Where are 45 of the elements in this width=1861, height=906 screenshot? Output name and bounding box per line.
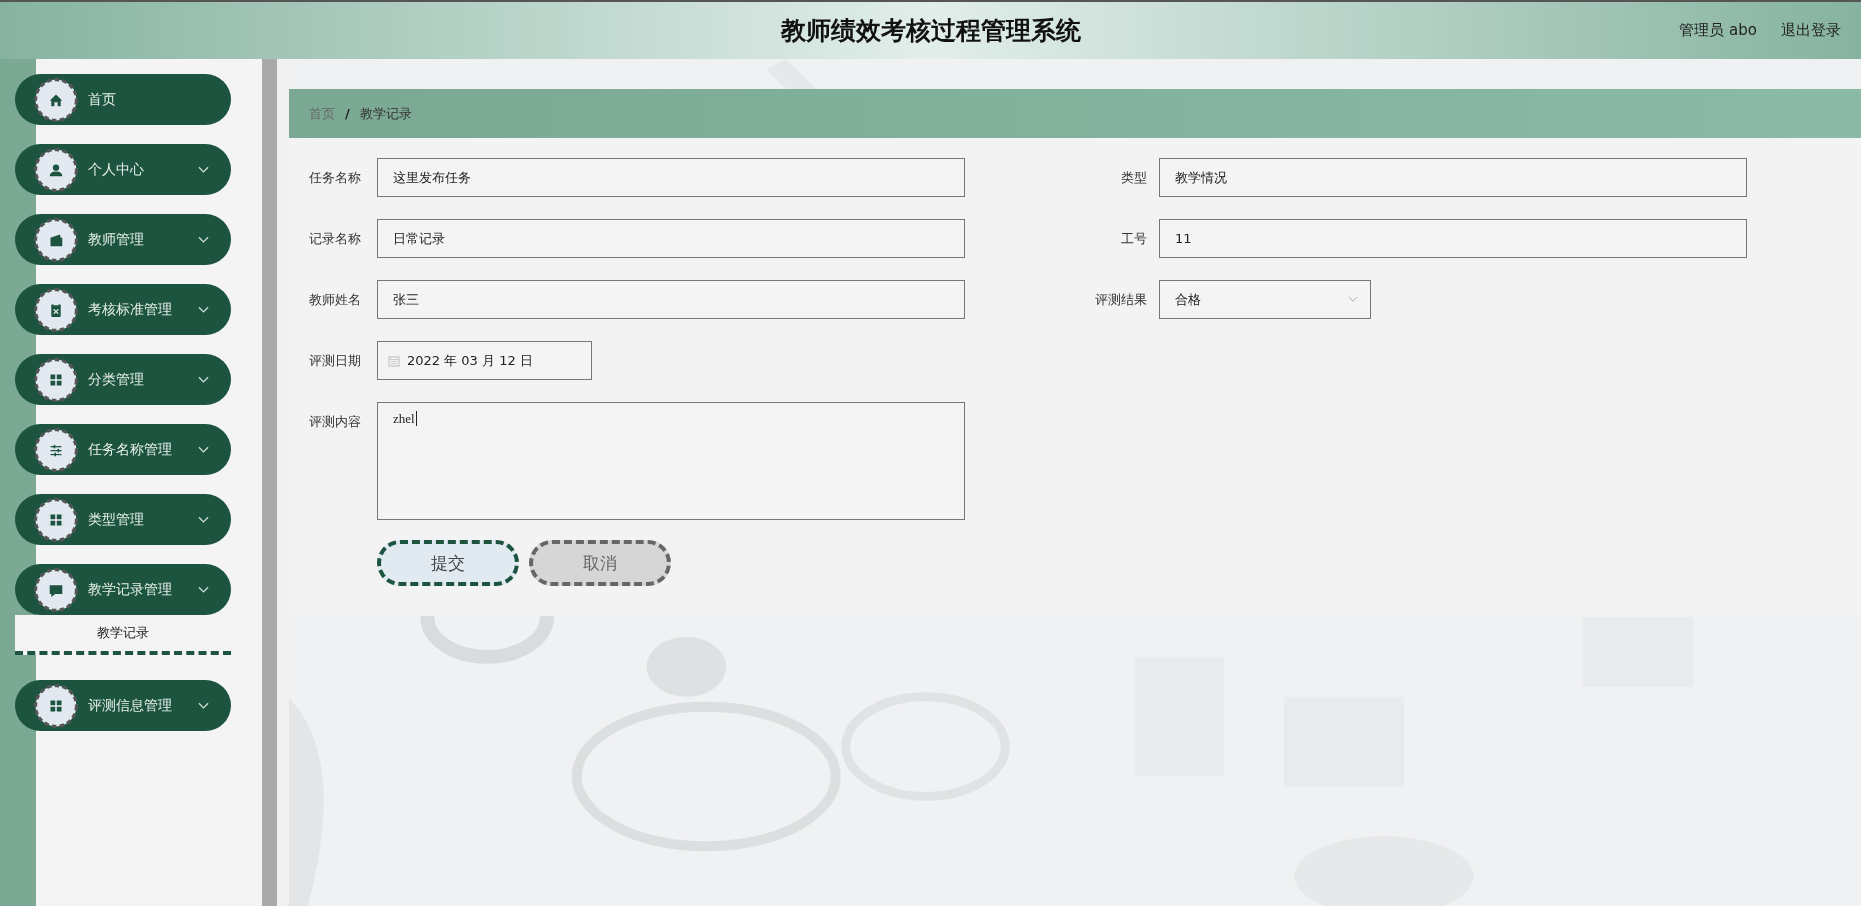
select-field[interactable]: 合格 [1159, 280, 1371, 319]
text-field[interactable]: 张三 [377, 280, 965, 319]
user-name: 管理员 abo [1679, 21, 1757, 40]
wallet-icon [34, 217, 78, 262]
menu-item[interactable]: 个人中心 [15, 144, 231, 195]
breadcrumb-current[interactable]: 教学记录 [359, 104, 412, 123]
submenu-item[interactable]: 教学记录 [15, 615, 231, 655]
field-label: 评测日期 [309, 352, 362, 370]
scrollbar[interactable] [262, 59, 289, 906]
grid-icon [34, 357, 78, 402]
submit-button[interactable]: 提交 [377, 540, 519, 586]
calendar-icon [388, 354, 400, 367]
sliders-icon [34, 427, 78, 472]
clipboard-icon [34, 287, 78, 332]
menu-item[interactable]: 评测信息管理 [15, 680, 231, 731]
date-field[interactable]: 2022 年 03 月 12 日 [377, 341, 592, 380]
field-label: 记录名称 [309, 230, 362, 248]
text-field[interactable]: 教学情况 [1159, 158, 1747, 197]
cancel-button[interactable]: 取消 [529, 540, 671, 586]
text-field[interactable]: 11 [1159, 219, 1747, 258]
app-title: 教师绩效考核过程管理系统 [780, 15, 1081, 47]
field-label: 类型 [1120, 169, 1148, 187]
home-icon [34, 77, 78, 122]
text-field[interactable]: 这里发布任务 [377, 158, 965, 197]
field-label: 任务名称 [309, 169, 362, 187]
dropdown-icon [1348, 296, 1358, 303]
menu-item[interactable]: 教学记录管理 [15, 564, 231, 615]
chat-icon [34, 567, 78, 612]
field-label: 评测结果 [1094, 291, 1148, 309]
grid-icon [34, 497, 78, 542]
logout-link[interactable]: 退出登录 [1781, 21, 1841, 40]
menu-item[interactable]: 首页 [15, 74, 231, 125]
menu-item[interactable]: 考核标准管理 [15, 284, 231, 335]
menu-item[interactable]: 教师管理 [15, 214, 231, 265]
breadcrumb-separator: / [345, 106, 350, 121]
field-label: 教师姓名 [309, 291, 362, 309]
menu-item[interactable]: 任务名称管理 [15, 424, 231, 475]
field-label: 工号 [1120, 230, 1148, 248]
menu-item[interactable]: 分类管理 [15, 354, 231, 405]
grid-icon [34, 683, 78, 728]
text-field[interactable]: 日常记录 [377, 219, 965, 258]
text-area[interactable]: zhel [377, 402, 965, 520]
person-icon [34, 147, 78, 192]
field-label: 评测内容 [309, 413, 362, 431]
menu-item[interactable]: 类型管理 [15, 494, 231, 545]
